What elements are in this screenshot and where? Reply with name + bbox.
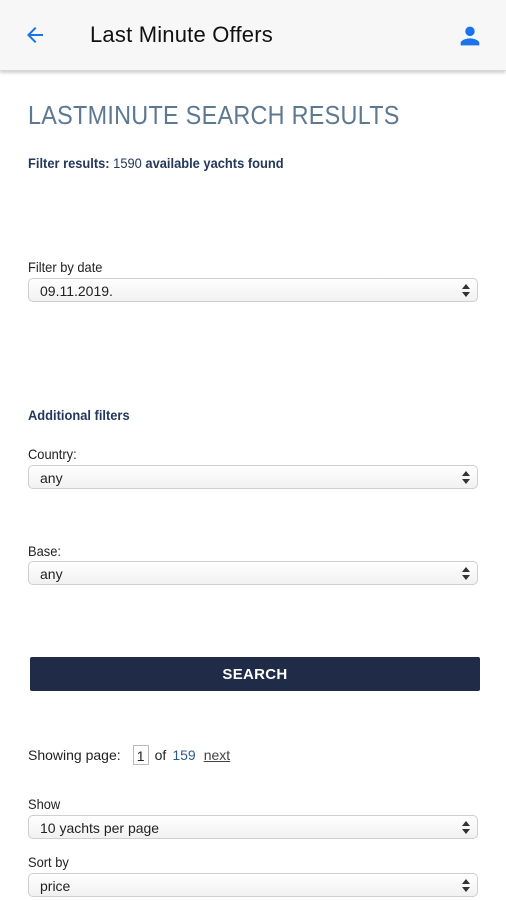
- show-label: Show: [28, 796, 61, 812]
- page-number-input[interactable]: 1: [132, 745, 149, 765]
- updown-arrows-icon: [462, 821, 470, 834]
- base-select-value: any: [40, 566, 63, 582]
- search-button[interactable]: SEARCH: [30, 657, 480, 691]
- updown-arrows-icon: [462, 471, 470, 484]
- next-page-link[interactable]: next: [204, 747, 230, 763]
- base-select[interactable]: any: [28, 561, 478, 585]
- page-title: LASTMINUTE SEARCH RESULTS: [28, 100, 400, 130]
- updown-arrows-icon: [462, 567, 470, 580]
- back-button[interactable]: [20, 20, 50, 50]
- user-icon: [460, 26, 480, 46]
- total-pages: 159: [172, 747, 196, 763]
- profile-button[interactable]: [454, 20, 486, 52]
- pagination: Showing page: 1 of 159 next: [28, 745, 230, 765]
- per-page-select-value: 10 yachts per page: [40, 820, 160, 836]
- country-select[interactable]: any: [28, 465, 478, 489]
- arrow-left-icon: [27, 27, 43, 43]
- date-select[interactable]: 09.11.2019.: [28, 278, 478, 302]
- country-select-value: any: [40, 470, 63, 486]
- app-title: Last Minute Offers: [90, 22, 273, 47]
- filter-results-label: Filter results:: [28, 155, 110, 171]
- sort-select-value: price: [40, 878, 71, 894]
- additional-filters-heading: Additional filters: [28, 407, 130, 423]
- sort-select[interactable]: price: [28, 873, 478, 897]
- date-select-value: 09.11.2019.: [40, 283, 113, 299]
- filter-by-date-label: Filter by date: [28, 259, 103, 275]
- updown-arrows-icon: [462, 284, 470, 297]
- sort-by-label: Sort by: [28, 854, 69, 870]
- result-suffix: available yachts found: [145, 155, 284, 171]
- app-bar: Last Minute Offers: [0, 0, 506, 71]
- result-count: 1590: [113, 155, 142, 171]
- country-label: Country:: [28, 446, 77, 462]
- base-label: Base:: [28, 543, 61, 559]
- updown-arrows-icon: [462, 879, 470, 892]
- filter-summary: Filter results: 1590 available yachts fo…: [28, 155, 284, 171]
- of-label: of: [154, 747, 167, 763]
- per-page-select[interactable]: 10 yachts per page: [28, 815, 478, 839]
- showing-page-label: Showing page:: [28, 747, 121, 763]
